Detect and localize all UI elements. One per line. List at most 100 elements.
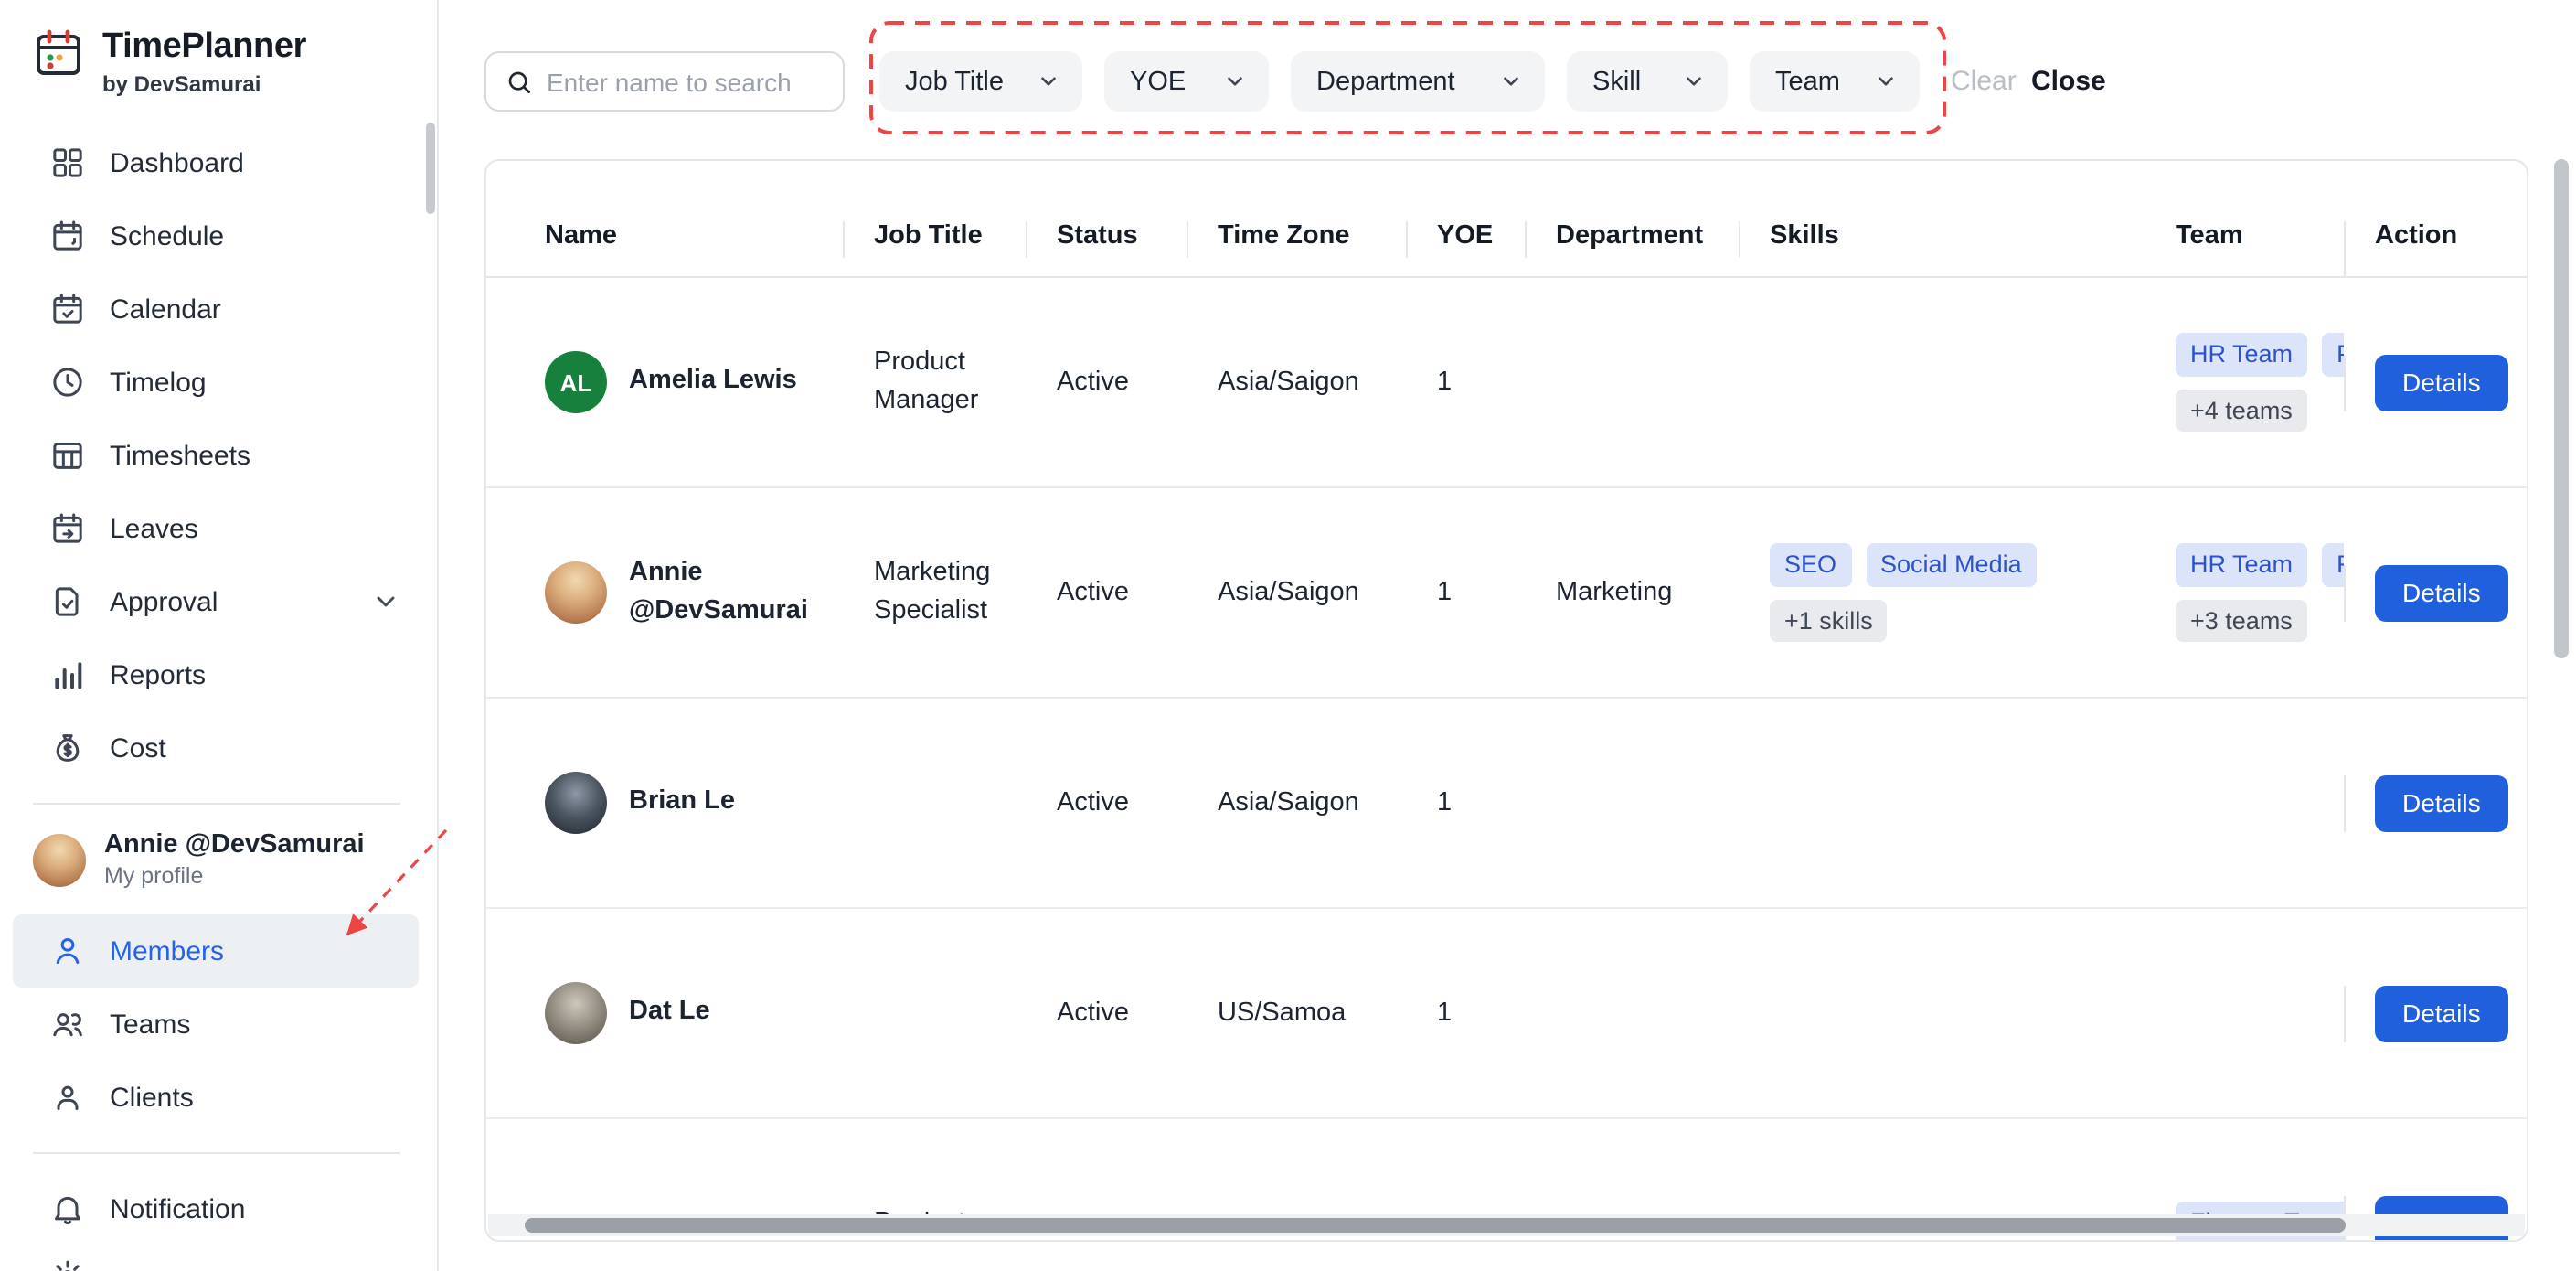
sidebar-item-dashboard[interactable]: Dashboard [13, 126, 419, 199]
profile-avatar [33, 833, 86, 886]
chevron-down-icon [377, 596, 395, 607]
sidebar-item-label: Reports [110, 659, 207, 690]
clear-filters-button[interactable]: Clear [1951, 66, 2017, 97]
sidebar-item-calendar[interactable]: Calendar [13, 272, 419, 346]
table-row: Annie @DevSamurai Marketing Specialist A… [486, 488, 2527, 699]
dashboard-icon [53, 148, 82, 177]
sidebar-item-label: Cost [110, 732, 166, 764]
sidebar-scrollbar-thumb[interactable] [426, 123, 435, 214]
sidebar-item-timelog[interactable]: Timelog [13, 346, 419, 419]
table-header-action: Action [2344, 221, 2527, 276]
team-chip: HR Team [2176, 332, 2308, 376]
filter-job-title[interactable]: Job Title [879, 51, 1082, 112]
time-zone: Asia/Saigon [1218, 788, 1359, 817]
avatar [545, 561, 607, 624]
filter-skill[interactable]: Skill [1567, 51, 1728, 112]
sidebar-divider [33, 1152, 400, 1154]
skill-chip: Social Media [1866, 542, 2037, 586]
user-icon [56, 938, 80, 964]
users-icon [53, 1013, 82, 1037]
settings-icon[interactable] [49, 1258, 86, 1271]
table-row: Dat Le Active US/Samoa 1 Details [486, 909, 2527, 1119]
chevron-down-icon [1228, 77, 1242, 86]
table-header-team: Team [2176, 221, 2344, 276]
avatar [545, 1240, 607, 1242]
sidebar-item-members[interactable]: Members [13, 914, 419, 988]
sidebar-item-teams[interactable]: Teams [13, 988, 419, 1061]
table-header-name: Name [545, 221, 617, 251]
sidebar-item-label: Leaves [110, 513, 198, 544]
team-chip: Fi [2322, 542, 2344, 586]
app-logo-icon [37, 29, 80, 75]
skill-chip: SEO [1770, 542, 1852, 586]
sidebar: TimePlanner by DevSamurai Dashboard Sche… [0, 0, 439, 1271]
sidebar-nav-secondary: Members Teams Clients [0, 914, 437, 1134]
sidebar-item-schedule[interactable]: Schedule [13, 199, 419, 272]
page-vertical-scrollbar-thumb[interactable] [2554, 159, 2569, 658]
time-zone: US/Samoa [1218, 999, 1347, 1028]
search-box [484, 51, 845, 112]
approval-icon [55, 587, 79, 616]
table-header-skills: Skills [1739, 221, 2176, 276]
table-row: AL Amelia Lewis Product Manager Active A… [486, 278, 2527, 488]
table-header-department: Department [1525, 221, 1770, 276]
app-title: TimePlanner [102, 27, 306, 66]
chevron-down-icon [1504, 77, 1518, 86]
filter-department[interactable]: Department [1291, 51, 1545, 112]
sidebar-item-clients[interactable]: Clients [13, 1061, 419, 1134]
sidebar-item-reports[interactable]: Reports [13, 638, 419, 711]
department: Marketing [1556, 578, 1673, 607]
horizontal-scrollbar[interactable] [488, 1214, 2525, 1236]
yoe: 1 [1437, 999, 1453, 1028]
avatar [545, 772, 607, 834]
sidebar-item-cost[interactable]: Cost [13, 711, 419, 785]
details-button[interactable]: Details [2375, 774, 2508, 831]
leaves-icon [53, 513, 82, 543]
filter-bar: Job Title YOE Department Skill Team [879, 51, 1920, 112]
job-title: Marketing Specialist [874, 557, 991, 625]
time-zone: Asia/Saigon [1218, 368, 1359, 397]
details-button[interactable]: Details [2375, 985, 2508, 1041]
yoe: 1 [1437, 368, 1453, 397]
status: Active [1057, 578, 1129, 607]
more-teams-chip: +4 teams [2176, 389, 2307, 433]
horizontal-scrollbar-thumb[interactable] [525, 1218, 2346, 1233]
avatar [545, 982, 607, 1044]
sidebar-item-approval[interactable]: Approval [13, 565, 419, 638]
sidebar-item-leaves[interactable]: Leaves [13, 492, 419, 565]
cost-icon [56, 734, 80, 762]
sidebar-item-timesheets[interactable]: Timesheets [13, 419, 419, 492]
sidebar-item-label: Notification [110, 1193, 246, 1224]
client-icon [57, 1085, 79, 1110]
yoe: 1 [1437, 578, 1453, 607]
members-table: Name Job Title Status Time Zone YOE Depa… [484, 159, 2528, 1242]
sidebar-item-label: Timelog [110, 367, 207, 398]
chevron-down-icon [1687, 77, 1701, 86]
app-logo: TimePlanner by DevSamurai [0, 0, 437, 115]
details-button[interactable]: Details [2375, 564, 2508, 621]
profile-item[interactable]: Annie @DevSamurai My profile [0, 823, 437, 903]
table-header-time-zone: Time Zone [1187, 221, 1437, 276]
close-filters-button[interactable]: Close [2031, 66, 2106, 97]
chevron-down-icon [1879, 77, 1893, 86]
sidebar-item-notification[interactable]: Notification [13, 1172, 419, 1245]
timesheets-icon [53, 443, 82, 469]
status: Active [1057, 999, 1129, 1028]
sidebar-item-label: Members [110, 935, 225, 967]
job-title: Product Manager [874, 347, 979, 415]
avatar: AL [545, 351, 607, 413]
page-vertical-scrollbar[interactable] [2554, 0, 2569, 1271]
member-name: Amelia Lewis [629, 366, 797, 396]
member-name: Annie @DevSamurai [629, 557, 808, 625]
sidebar-item-label: Dashboard [110, 147, 244, 178]
filter-team[interactable]: Team [1750, 51, 1920, 112]
member-name: Dat Le [629, 997, 710, 1027]
schedule-icon [53, 220, 82, 251]
status: Active [1057, 788, 1129, 817]
status: Active [1057, 368, 1129, 397]
search-input[interactable] [547, 67, 828, 96]
filter-yoe[interactable]: YOE [1104, 51, 1269, 112]
details-button[interactable]: Details [2375, 354, 2508, 411]
sidebar-nav: Dashboard Schedule Calendar Timelog Time… [0, 126, 437, 785]
sidebar-item-label: Schedule [110, 220, 225, 251]
